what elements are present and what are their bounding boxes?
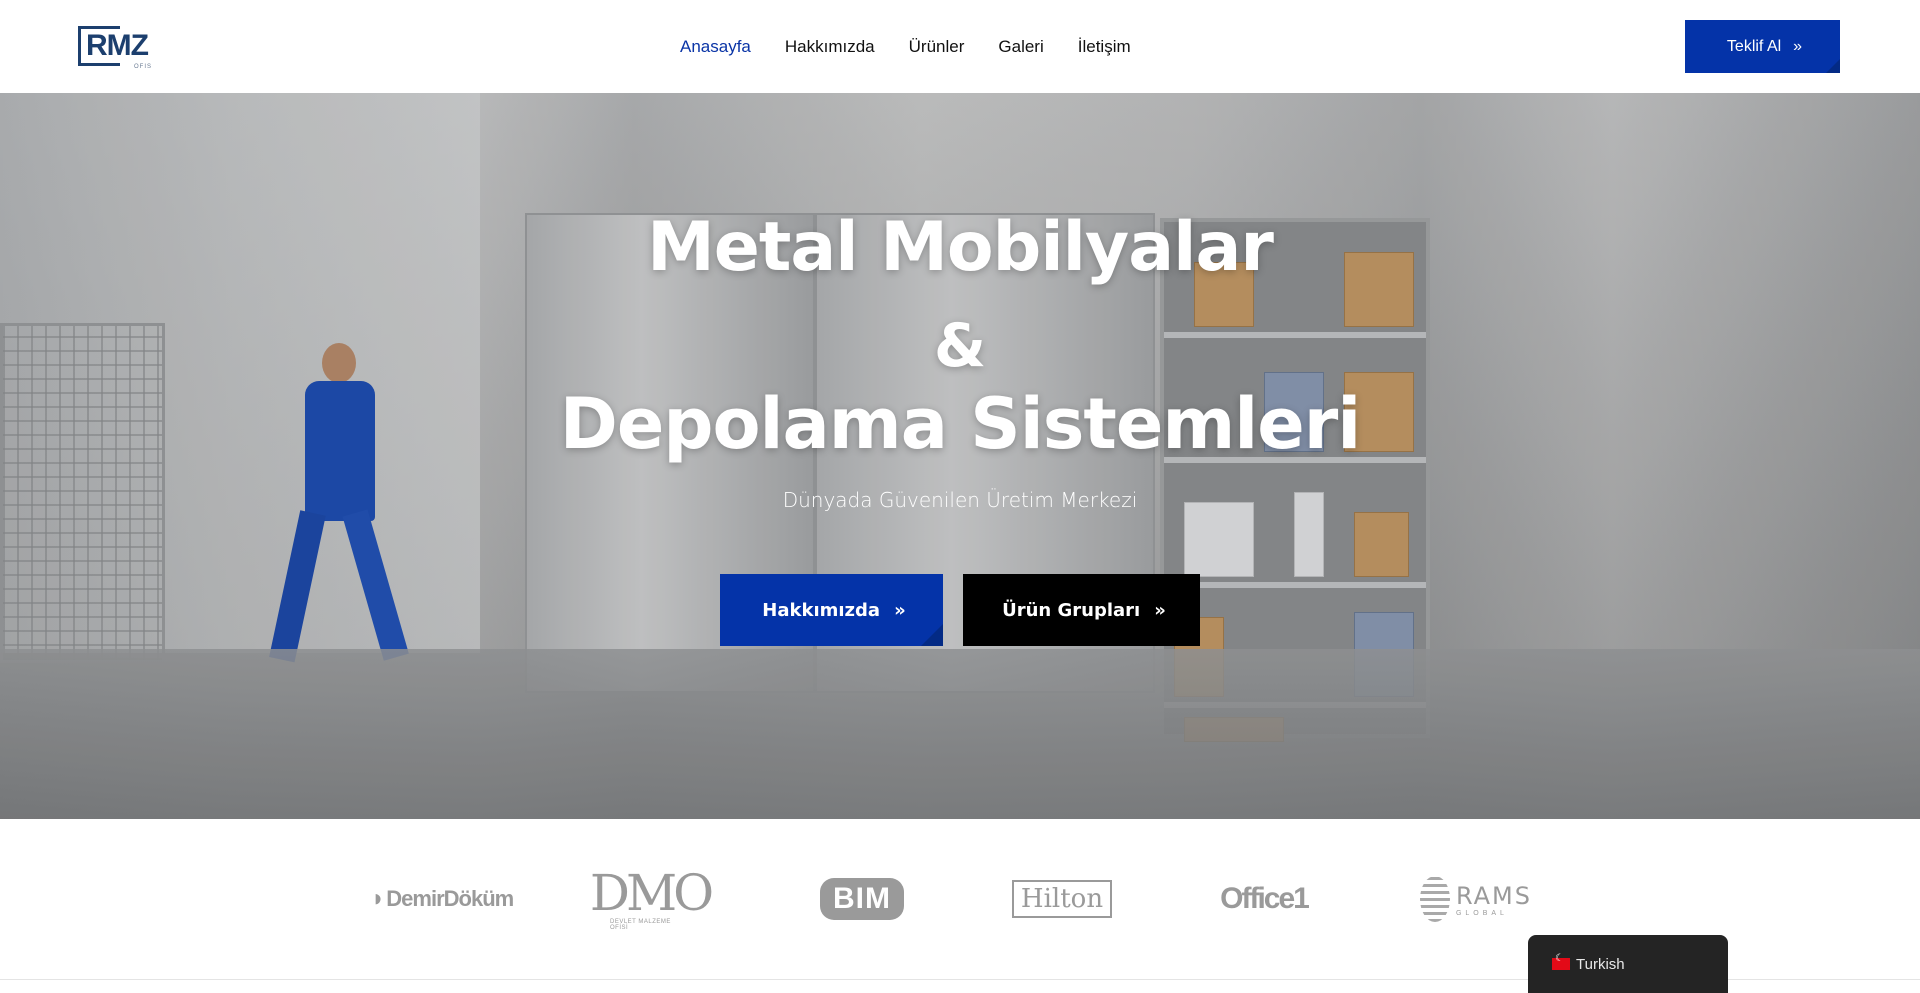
- turkish-flag-icon: [1552, 953, 1570, 970]
- hero-title-line1: Metal Mobilyalar: [647, 208, 1274, 287]
- hilton-logo-text: Hilton: [1012, 880, 1112, 918]
- dmo-logo-subtext: DEVLET MALZEME OFİSİ: [610, 919, 671, 931]
- rams-logo-subtext: GLOBAL: [1455, 909, 1508, 917]
- office1-logo-text: Office1: [1220, 882, 1310, 915]
- hero-title-ampersand: &: [933, 311, 987, 381]
- demirdokum-logo-text: DemirDöküm: [386, 886, 514, 911]
- hero-section: Metal Mobilyalar & Depolama Sistemleri D…: [0, 93, 1920, 819]
- logo-subtext: OFIS: [133, 64, 152, 70]
- nav-item-hakkimizda[interactable]: Hakkımızda: [785, 37, 875, 57]
- dmo-logo: DMO DEVLET MALZEME OFİSİ: [590, 819, 714, 979]
- hilton-logo: Hilton: [1012, 819, 1112, 979]
- nav-item-galeri[interactable]: Galeri: [998, 37, 1043, 57]
- double-chevron-right-icon: »: [894, 599, 905, 621]
- hero-title-line3: Depolama Sistemleri: [559, 383, 1362, 465]
- hakkimizda-button[interactable]: Hakkımızda »: [720, 574, 943, 646]
- double-chevron-right-icon: »: [1154, 599, 1165, 621]
- demirdokum-logo: ◗ DemirDöküm: [370, 819, 514, 979]
- nav-item-anasayfa[interactable]: Anasayfa: [680, 37, 751, 57]
- urun-gruplari-button-label: Ürün Grupları: [1002, 599, 1141, 621]
- dmo-logo-text: DMO: [589, 864, 714, 922]
- language-label: Turkish: [1576, 955, 1625, 973]
- hakkimizda-button-label: Hakkımızda: [762, 599, 881, 621]
- urun-gruplari-button[interactable]: Ürün Grupları »: [963, 574, 1200, 646]
- language-switcher[interactable]: Turkish: [1528, 935, 1728, 993]
- bim-logo: BIM: [820, 819, 904, 979]
- rams-logo-text: RAMS: [1455, 881, 1532, 910]
- office1-logo: Office1: [1216, 819, 1312, 979]
- main-nav: Anasayfa Hakkımızda Ürünler Galeri İleti…: [680, 0, 1165, 93]
- nav-item-iletisim[interactable]: İletişim: [1078, 37, 1131, 57]
- teklif-al-label: Teklif Al: [1726, 37, 1782, 55]
- hero-subtitle: Dünyada Güvenilen Üretim Merkezi: [782, 488, 1138, 512]
- teklif-al-button[interactable]: Teklif Al »: [1685, 20, 1840, 73]
- rams-global-logo: RAMS GLOBAL: [1420, 819, 1532, 979]
- bim-logo-text: BIM: [820, 878, 904, 920]
- double-chevron-right-icon: »: [1793, 37, 1802, 55]
- rmz-logo[interactable]: RMZ OFIS: [78, 26, 152, 70]
- rams-globe-icon: [1420, 876, 1450, 922]
- demirdokum-mark-icon: ◗: [370, 885, 385, 912]
- site-header: RMZ OFIS Anasayfa Hakkımızda Ürünler Gal…: [0, 0, 1920, 93]
- nav-item-urunler[interactable]: Ürünler: [909, 37, 965, 57]
- logo-text: RMZ: [86, 29, 149, 62]
